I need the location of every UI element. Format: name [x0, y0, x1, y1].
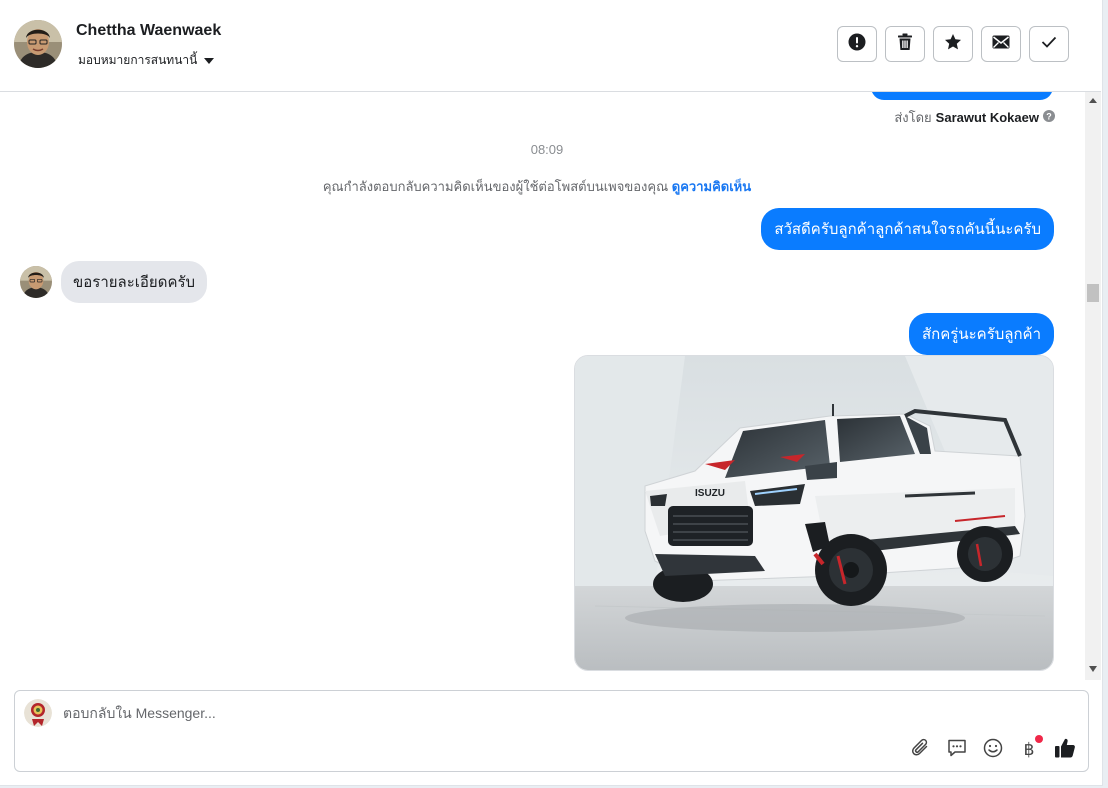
- trash-icon: [897, 33, 913, 56]
- contact-name: Chettha Waenwaek: [76, 22, 222, 39]
- outgoing-message: สวัสดีครับลูกค้าลูกค้าสนใจรถคันนี้นะครับ: [761, 208, 1054, 250]
- delete-button[interactable]: [885, 26, 925, 62]
- alert-icon: [848, 33, 866, 56]
- previous-outgoing-message: [871, 92, 1053, 100]
- envelope-icon: [992, 35, 1010, 54]
- thumbs-up-icon: [1054, 737, 1076, 764]
- notification-dot: [1035, 735, 1043, 743]
- mark-spam-button[interactable]: [837, 26, 877, 62]
- star-button[interactable]: [933, 26, 973, 62]
- caret-down-icon: [203, 54, 215, 68]
- sent-by-name: Sarawut Kokaew: [935, 110, 1039, 125]
- scrollbar-thumb[interactable]: [1087, 284, 1099, 302]
- emoji-icon: [983, 738, 1003, 763]
- like-button[interactable]: [1054, 737, 1076, 764]
- contact-avatar[interactable]: [14, 20, 62, 68]
- conversation-thread[interactable]: ส่งโดย Sarawut Kokaew ? 08:09 คุณกำลังตอ…: [0, 92, 1085, 680]
- contact-small-avatar: [20, 266, 52, 298]
- conversation-actions: [837, 26, 1069, 62]
- incoming-message: ขอรายละเอียดครับ: [61, 261, 208, 303]
- attached-image[interactable]: ISUZU: [574, 355, 1054, 671]
- conversation-header: Chettha Waenwaek มอบหมายการสนทนานี้: [0, 0, 1101, 92]
- mark-done-button[interactable]: [1029, 26, 1069, 62]
- star-icon: [944, 33, 962, 56]
- assign-conversation-dropdown[interactable]: มอบหมายการสนทนานี้: [78, 51, 215, 70]
- svg-text:?: ?: [1046, 111, 1052, 121]
- attach-button[interactable]: [910, 738, 932, 763]
- payment-button[interactable]: ฿: [1018, 735, 1043, 761]
- inbox-conversation-panel: Chettha Waenwaek มอบหมายการสนทนานี้ ส่งโ…: [0, 0, 1103, 786]
- check-icon: [1041, 35, 1057, 53]
- reply-input[interactable]: [63, 701, 863, 725]
- pickup-truck-photo: ISUZU: [575, 356, 1053, 670]
- conversation-scrollbar[interactable]: [1085, 92, 1101, 680]
- baht-icon: ฿: [1023, 740, 1035, 760]
- saved-replies-button[interactable]: [946, 739, 968, 761]
- emoji-button[interactable]: [982, 738, 1004, 763]
- brand-emblem: ISUZU: [695, 488, 725, 499]
- comment-reply-notice: คุณกำลังตอบกลับความคิดเห็นของผู้ใช้ต่อโพ…: [0, 176, 1074, 197]
- view-comment-link[interactable]: ดูความคิดเห็น: [672, 179, 751, 194]
- composer-tools: ฿: [910, 735, 1076, 764]
- attachment-icon: [911, 738, 931, 763]
- assign-conversation-label: มอบหมายการสนทนานี้: [78, 53, 198, 67]
- saved-replies-icon: [947, 738, 967, 763]
- sent-by-line: ส่งโดย Sarawut Kokaew ?: [894, 107, 1055, 128]
- message-timestamp: 08:09: [530, 142, 564, 157]
- sent-by-prefix: ส่งโดย: [894, 110, 932, 125]
- page-avatar: [24, 699, 52, 727]
- outgoing-message: สักครู่นะครับลูกค้า: [909, 313, 1054, 355]
- mark-unread-button[interactable]: [981, 26, 1021, 62]
- reply-composer: ฿: [14, 690, 1089, 772]
- help-icon[interactable]: ?: [1043, 110, 1055, 125]
- comment-reply-notice-text: คุณกำลังตอบกลับความคิดเห็นของผู้ใช้ต่อโพ…: [322, 179, 669, 194]
